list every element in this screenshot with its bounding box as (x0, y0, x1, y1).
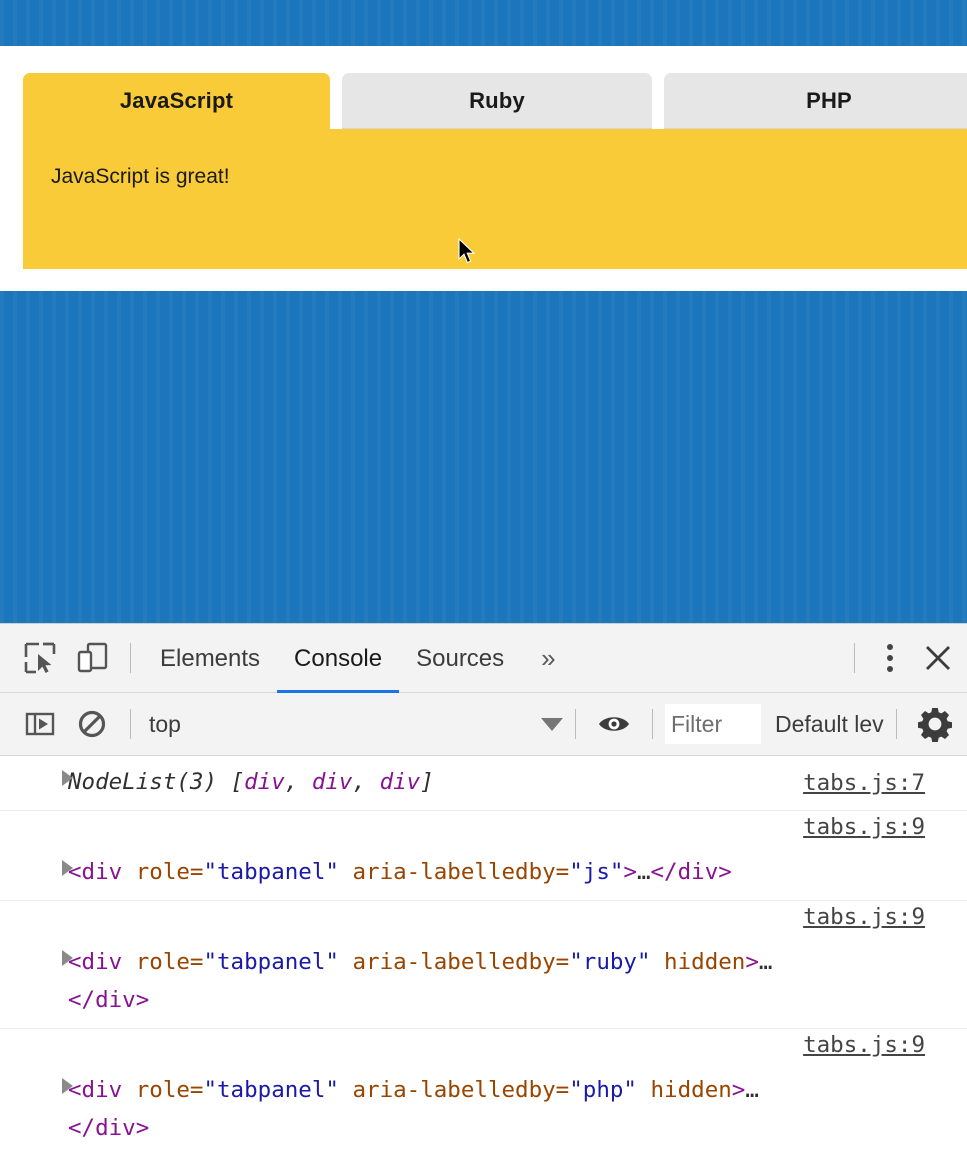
dom-tag-tail: > (745, 949, 759, 975)
devtools-tabbar: Elements Console Sources » (0, 624, 967, 693)
dom-ellipsis: … (745, 1077, 759, 1103)
dom-tag-close: </div> (68, 1115, 149, 1140)
tab-sources[interactable]: Sources (399, 624, 521, 693)
source-link[interactable]: tabs.js:9 (803, 898, 925, 936)
nodelist-item: div (312, 769, 353, 795)
toolbar-divider-5 (896, 709, 897, 739)
source-link[interactable]: tabs.js:9 (803, 1026, 925, 1064)
dom-tag-open: <div (68, 1077, 122, 1103)
dom-attr-name: aria-labelledby= (339, 1077, 569, 1103)
dom-attr-name: role= (122, 949, 203, 975)
device-toolbar-icon[interactable] (66, 632, 118, 684)
tab-console[interactable]: Console (277, 624, 399, 693)
more-tabs-icon[interactable]: » (521, 624, 575, 693)
clear-console-icon[interactable] (66, 698, 118, 750)
console-message[interactable]: tabs.js:9 <div role="tabpanel" aria-labe… (0, 1029, 967, 1140)
tabpanel-text: JavaScript is great! (51, 165, 967, 189)
dom-tag-open: <div (68, 859, 122, 885)
tab-elements[interactable]: Elements (143, 624, 277, 693)
dom-tag-tail: > (623, 859, 637, 885)
console-message-body: <div role="tabpanel" aria-labelledby="ru… (46, 943, 817, 1019)
toolbar-divider (130, 643, 131, 673)
console-output: NodeList(3) [div, div, div] tabs.js:7 ta… (0, 756, 967, 1140)
console-filter-input[interactable] (665, 704, 761, 744)
page-viewport: JavaScript Ruby PHP JavaScript is great! (0, 0, 967, 623)
toolbar-divider-2 (130, 709, 131, 739)
log-level-selector[interactable]: Default lev (775, 711, 884, 738)
source-link[interactable]: tabs.js:9 (803, 808, 925, 846)
screenshot-root: JavaScript Ruby PHP JavaScript is great! (0, 0, 967, 1174)
dom-attr-value: "tabpanel" (203, 859, 338, 885)
console-sidebar-icon[interactable] (14, 698, 66, 750)
expand-triangle-icon[interactable] (62, 770, 73, 786)
tab-ruby[interactable]: Ruby (342, 73, 652, 129)
console-message-body: NodeList(3) [div, div, div] (46, 763, 817, 801)
console-message-body: <div role="tabpanel" aria-labelledby="js… (46, 853, 817, 891)
expand-triangle-icon[interactable] (62, 860, 73, 876)
tab-javascript[interactable]: JavaScript (23, 73, 330, 129)
expand-triangle-icon[interactable] (62, 950, 73, 966)
source-link[interactable]: tabs.js:7 (803, 764, 925, 802)
dom-attr-value: "js" (569, 859, 623, 885)
execution-context-selector[interactable]: top (143, 711, 181, 738)
devtools-tabbar-actions (842, 632, 967, 684)
console-message[interactable]: tabs.js:9 <div role="tabpanel" aria-labe… (0, 811, 967, 901)
nodelist-item: div (380, 769, 421, 795)
toolbar-divider-4 (652, 709, 653, 739)
toolbar-divider-right (854, 643, 855, 673)
console-message[interactable]: tabs.js:9 <div role="tabpanel" aria-labe… (0, 901, 967, 1029)
more-options-icon[interactable] (867, 632, 913, 684)
nodelist-separator: , (352, 769, 379, 795)
close-devtools-icon[interactable] (913, 632, 963, 684)
tab-list: JavaScript Ruby PHP (23, 73, 967, 129)
nodelist-item: div (244, 769, 285, 795)
dom-attr-name: aria-labelledby= (339, 949, 569, 975)
dom-bare-attr: hidden (637, 1077, 732, 1103)
dom-attr-name: role= (122, 859, 203, 885)
inspect-element-icon[interactable] (14, 632, 66, 684)
dom-ellipsis: … (637, 859, 651, 885)
toolbar-divider-3 (575, 709, 576, 739)
nodelist-prefix: NodeList(3) (68, 769, 231, 795)
dom-tag-close: </div> (68, 987, 149, 1013)
dom-tag-open: <div (68, 949, 122, 975)
console-message-body: <div role="tabpanel" aria-labelledby="ph… (46, 1071, 817, 1140)
expand-triangle-icon[interactable] (62, 1078, 73, 1094)
dom-attr-value: "tabpanel" (203, 949, 338, 975)
dom-attr-name: role= (122, 1077, 203, 1103)
dom-attr-value: "tabpanel" (203, 1077, 338, 1103)
dom-tag-close: </div> (651, 859, 732, 885)
nodelist-separator: , (285, 769, 312, 795)
console-message[interactable]: NodeList(3) [div, div, div] tabs.js:7 (0, 756, 967, 811)
devtools-panel: Elements Console Sources » (0, 623, 967, 1174)
dom-ellipsis: … (759, 949, 773, 975)
tab-php[interactable]: PHP (664, 73, 967, 129)
dom-attr-name: aria-labelledby= (339, 859, 569, 885)
chevron-down-icon[interactable] (541, 718, 563, 731)
console-toolbar: top Default lev (0, 693, 967, 756)
nodelist-close-bracket: ] (420, 769, 434, 795)
dom-attr-value: "ruby" (569, 949, 650, 975)
dom-attr-value: "php" (569, 1077, 637, 1103)
settings-gear-icon[interactable] (909, 698, 961, 750)
live-expression-eye-icon[interactable] (588, 698, 640, 750)
nodelist-open-bracket: [ (231, 769, 245, 795)
tabpanel-javascript: JavaScript is great! (23, 129, 967, 269)
tabs-widget: JavaScript Ruby PHP JavaScript is great! (23, 73, 967, 269)
dom-tag-tail: > (732, 1077, 746, 1103)
dom-bare-attr: hidden (651, 949, 746, 975)
